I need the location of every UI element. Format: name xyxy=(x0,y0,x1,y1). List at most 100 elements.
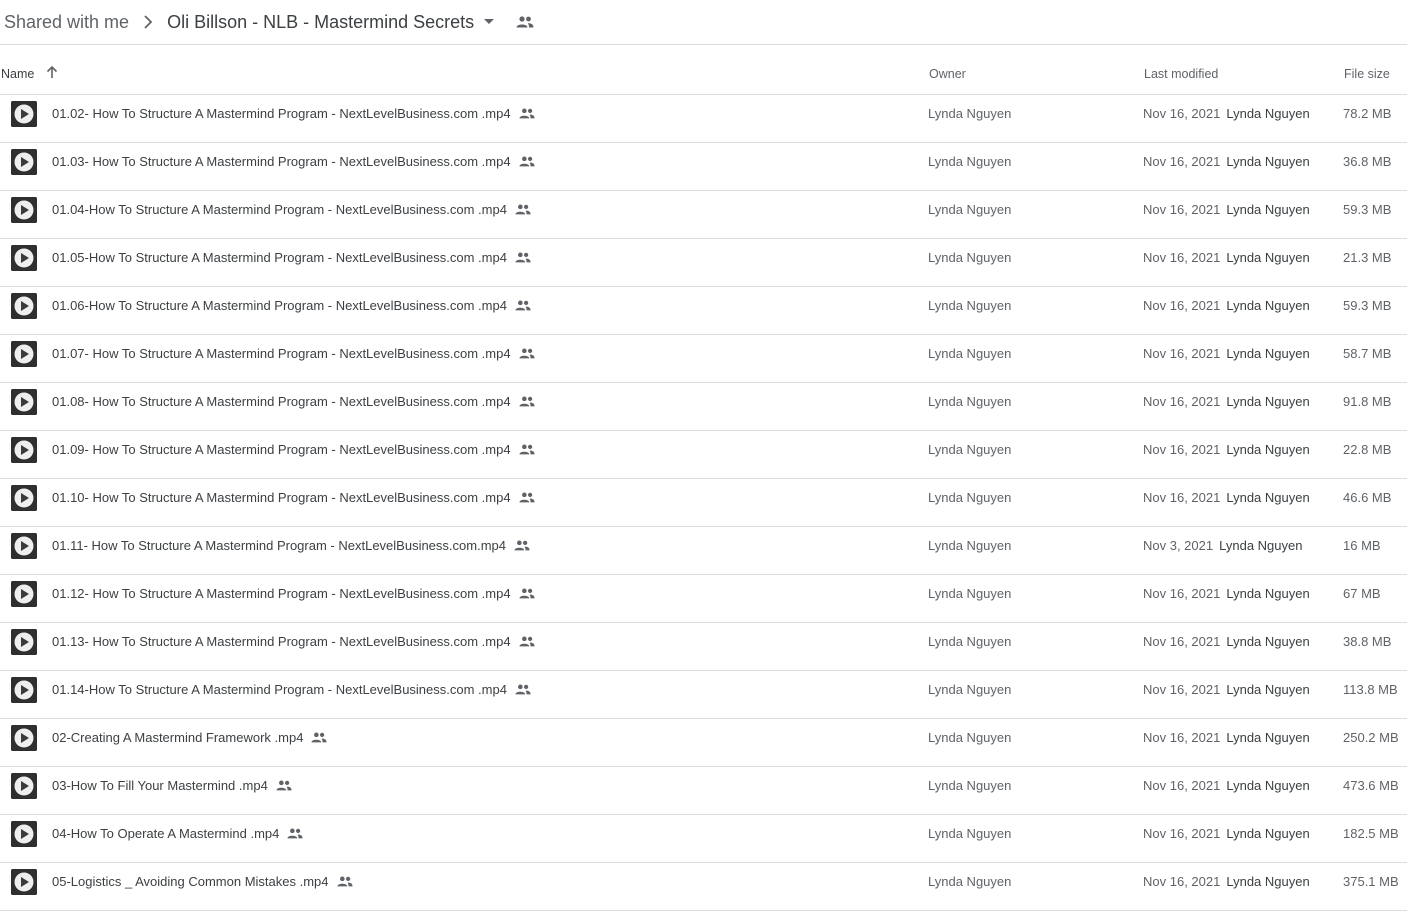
last-modified-date: Nov 16, 2021 xyxy=(1143,202,1221,217)
file-name-cell: 01.13- How To Structure A Mastermind Pro… xyxy=(52,634,535,649)
file-row[interactable]: 01.14-How To Structure A Mastermind Prog… xyxy=(0,671,1407,719)
file-list: 01.02- How To Structure A Mastermind Pro… xyxy=(0,95,1407,911)
file-size: 21.3 MB xyxy=(1343,250,1392,265)
file-row[interactable]: 01.11- How To Structure A Mastermind Pro… xyxy=(0,527,1407,575)
column-header-row: Name Owner Last modified File size xyxy=(0,46,1407,95)
file-owner: Lynda Nguyen xyxy=(928,154,1012,169)
breadcrumb: Shared with me Oli Billson - NLB - Maste… xyxy=(0,0,1407,45)
last-modified-date: Nov 16, 2021 xyxy=(1143,826,1221,841)
last-modified-cell: Nov 16, 2021 Lynda Nguyen xyxy=(1143,586,1310,601)
file-name: 01.13- How To Structure A Mastermind Pro… xyxy=(52,634,511,649)
arrow-up-icon[interactable] xyxy=(46,65,58,82)
file-name-cell: 01.07- How To Structure A Mastermind Pro… xyxy=(52,346,535,361)
last-modified-cell: Nov 16, 2021 Lynda Nguyen xyxy=(1143,202,1310,217)
last-modified-cell: Nov 16, 2021 Lynda Nguyen xyxy=(1143,346,1310,361)
file-name-cell: 02-Creating A Mastermind Framework .mp4 xyxy=(52,730,327,745)
video-thumbnail-icon xyxy=(11,293,37,319)
file-name: 02-Creating A Mastermind Framework .mp4 xyxy=(52,730,304,745)
file-row[interactable]: 01.02- How To Structure A Mastermind Pro… xyxy=(0,95,1407,143)
file-row[interactable]: 01.07- How To Structure A Mastermind Pro… xyxy=(0,335,1407,383)
last-modified-by: Lynda Nguyen xyxy=(1226,874,1310,889)
people-icon xyxy=(516,16,534,28)
file-row[interactable]: 01.04-How To Structure A Mastermind Prog… xyxy=(0,191,1407,239)
file-row[interactable]: 03-How To Fill Your Mastermind .mp4 Lynda… xyxy=(0,767,1407,815)
file-name-cell: 01.14-How To Structure A Mastermind Prog… xyxy=(52,682,531,697)
column-header-owner[interactable]: Owner xyxy=(929,67,966,81)
file-owner: Lynda Nguyen xyxy=(928,298,1012,313)
video-thumbnail-icon xyxy=(11,101,37,127)
people-icon xyxy=(287,828,303,839)
people-icon xyxy=(519,444,535,455)
file-row[interactable]: 01.10- How To Structure A Mastermind Pro… xyxy=(0,479,1407,527)
last-modified-date: Nov 16, 2021 xyxy=(1143,250,1221,265)
file-row[interactable]: 01.05-How To Structure A Mastermind Prog… xyxy=(0,239,1407,287)
file-name-cell: 01.05-How To Structure A Mastermind Prog… xyxy=(52,250,531,265)
last-modified-cell: Nov 3, 2021 Lynda Nguyen xyxy=(1143,538,1302,553)
file-size: 113.8 MB xyxy=(1343,682,1398,697)
last-modified-cell: Nov 16, 2021 Lynda Nguyen xyxy=(1143,106,1310,121)
people-icon xyxy=(519,492,535,503)
people-icon xyxy=(515,684,531,695)
column-header-last-modified[interactable]: Last modified xyxy=(1144,67,1218,81)
file-owner: Lynda Nguyen xyxy=(928,778,1012,793)
last-modified-date: Nov 16, 2021 xyxy=(1143,346,1221,361)
last-modified-date: Nov 16, 2021 xyxy=(1143,442,1221,457)
breadcrumb-shared-with-me[interactable]: Shared with me xyxy=(4,12,129,33)
file-size: 250.2 MB xyxy=(1343,730,1399,745)
file-name: 01.12- How To Structure A Mastermind Pro… xyxy=(52,586,511,601)
video-thumbnail-icon xyxy=(11,197,37,223)
last-modified-by: Lynda Nguyen xyxy=(1226,106,1310,121)
last-modified-by: Lynda Nguyen xyxy=(1226,202,1310,217)
file-name: 03-How To Fill Your Mastermind .mp4 xyxy=(52,778,268,793)
last-modified-by: Lynda Nguyen xyxy=(1226,586,1310,601)
video-thumbnail-icon xyxy=(11,485,37,511)
video-thumbnail-icon xyxy=(11,581,37,607)
last-modified-by: Lynda Nguyen xyxy=(1226,826,1310,841)
file-owner: Lynda Nguyen xyxy=(928,490,1012,505)
people-icon xyxy=(519,636,535,647)
file-name: 01.09- How To Structure A Mastermind Pro… xyxy=(52,442,511,457)
video-thumbnail-icon xyxy=(11,773,37,799)
file-name-cell: 01.02- How To Structure A Mastermind Pro… xyxy=(52,106,535,121)
file-name-cell: 01.12- How To Structure A Mastermind Pro… xyxy=(52,586,535,601)
file-owner: Lynda Nguyen xyxy=(928,346,1012,361)
last-modified-date: Nov 16, 2021 xyxy=(1143,154,1221,169)
last-modified-cell: Nov 16, 2021 Lynda Nguyen xyxy=(1143,682,1310,697)
file-owner: Lynda Nguyen xyxy=(928,106,1012,121)
last-modified-date: Nov 3, 2021 xyxy=(1143,538,1214,553)
file-name-cell: 01.04-How To Structure A Mastermind Prog… xyxy=(52,202,531,217)
file-name-cell: 01.11- How To Structure A Mastermind Pro… xyxy=(52,538,530,553)
file-name-cell: 01.03- How To Structure A Mastermind Pro… xyxy=(52,154,535,169)
breadcrumb-current-folder[interactable]: Oli Billson - NLB - Mastermind Secrets xyxy=(167,12,474,33)
file-owner: Lynda Nguyen xyxy=(928,730,1012,745)
file-name: 05-Logistics _ Avoiding Common Mistakes … xyxy=(52,874,329,889)
people-icon xyxy=(276,780,292,791)
people-icon xyxy=(519,108,535,119)
file-row[interactable]: 04-How To Operate A Mastermind .mp4 Lynda… xyxy=(0,815,1407,863)
caret-down-icon[interactable] xyxy=(484,19,495,25)
file-row[interactable]: 01.09- How To Structure A Mastermind Pro… xyxy=(0,431,1407,479)
column-header-file-size[interactable]: File size xyxy=(1344,67,1390,81)
people-icon xyxy=(336,876,353,887)
file-row[interactable]: 01.06-How To Structure A Mastermind Prog… xyxy=(0,287,1407,335)
video-thumbnail-icon xyxy=(11,389,37,415)
file-size: 182.5 MB xyxy=(1343,826,1399,841)
file-row[interactable]: 01.12- How To Structure A Mastermind Pro… xyxy=(0,575,1407,623)
video-thumbnail-icon xyxy=(11,341,37,367)
file-row[interactable]: 01.08- How To Structure A Mastermind Pro… xyxy=(0,383,1407,431)
file-name: 01.11- How To Structure A Mastermind Pro… xyxy=(52,538,506,553)
last-modified-date: Nov 16, 2021 xyxy=(1143,106,1221,121)
column-header-name[interactable]: Name xyxy=(1,67,34,81)
file-row[interactable]: 01.03- How To Structure A Mastermind Pro… xyxy=(0,143,1407,191)
file-name: 01.07- How To Structure A Mastermind Pro… xyxy=(52,346,511,361)
last-modified-by: Lynda Nguyen xyxy=(1226,730,1310,745)
file-row[interactable]: 02-Creating A Mastermind Framework .mp4 L… xyxy=(0,719,1407,767)
file-row[interactable]: 05-Logistics _ Avoiding Common Mistakes … xyxy=(0,863,1407,911)
file-owner: Lynda Nguyen xyxy=(928,250,1012,265)
file-size: 58.7 MB xyxy=(1343,346,1392,361)
file-row[interactable]: 01.13- How To Structure A Mastermind Pro… xyxy=(0,623,1407,671)
video-thumbnail-icon xyxy=(11,677,37,703)
last-modified-by: Lynda Nguyen xyxy=(1226,442,1310,457)
last-modified-cell: Nov 16, 2021 Lynda Nguyen xyxy=(1143,394,1310,409)
last-modified-cell: Nov 16, 2021 Lynda Nguyen xyxy=(1143,874,1310,889)
